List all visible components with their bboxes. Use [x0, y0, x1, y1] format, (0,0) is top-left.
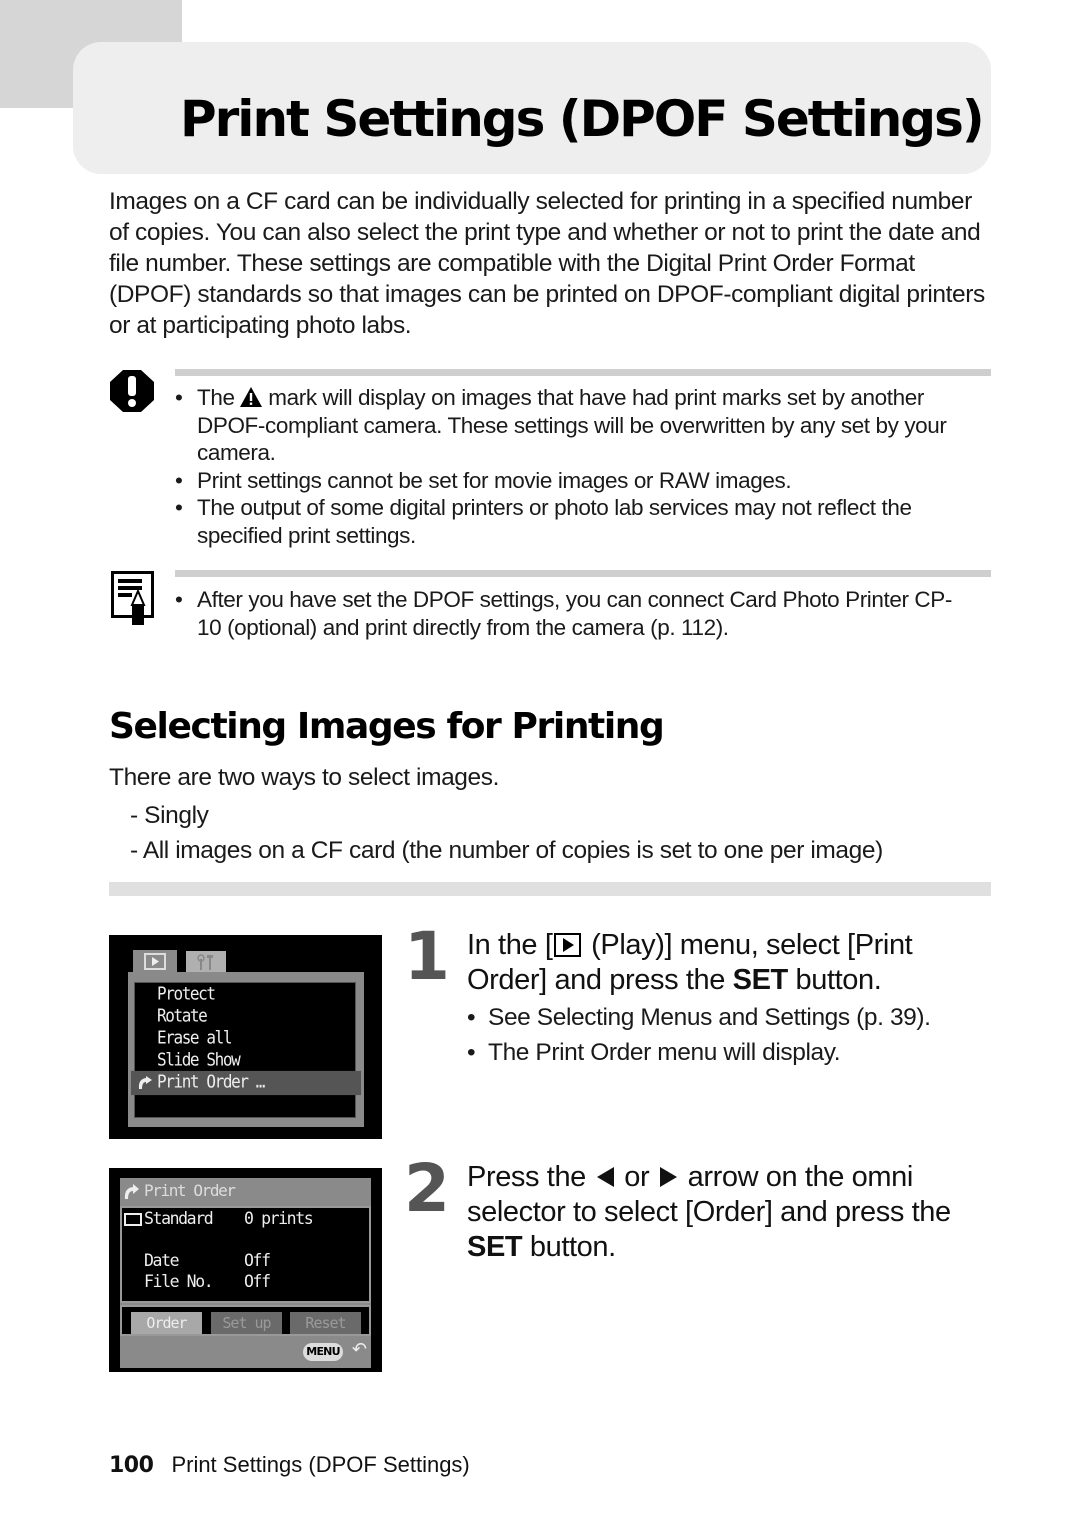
- note-icon: [111, 571, 154, 625]
- caution-item: The output of some digital printers or p…: [175, 494, 975, 549]
- menu-item-print-order: Print Order …: [157, 1071, 265, 1092]
- selection-way: - Singly: [130, 802, 209, 829]
- back-arrow-icon: ↶: [351, 1339, 367, 1360]
- setup-tab: [186, 951, 226, 973]
- step-note: The Print Order menu will display.: [467, 1035, 931, 1070]
- camera-screen-print-order: Print Order Standard 0 prints Date Off F…: [109, 1168, 382, 1372]
- file-no-value: Off: [244, 1272, 271, 1291]
- menu-item-erase-all: Erase all: [157, 1027, 233, 1048]
- step-2-instruction: Press the or arrow on the omni selector …: [467, 1161, 951, 1263]
- file-no-label: File No.: [144, 1272, 214, 1291]
- left-arrow-icon: [596, 1167, 614, 1187]
- page-title: Print Settings (DPOF Settings): [180, 90, 985, 148]
- warning-triangle-icon: [240, 387, 263, 407]
- play-icon: [554, 933, 582, 957]
- set-up-button: Set up: [211, 1312, 282, 1334]
- menu-item-protect: Protect: [157, 983, 216, 1004]
- print-order-header: Print Order: [144, 1181, 236, 1200]
- right-arrow-icon: [659, 1167, 677, 1187]
- reset-button: Reset: [290, 1312, 361, 1334]
- print-order-settings: Standard 0 prints Date Off File No. Off: [120, 1206, 371, 1303]
- print-order-frame: Print Order Standard 0 prints Date Off F…: [120, 1178, 371, 1368]
- caution-icon: [110, 370, 154, 412]
- set-key: SET: [467, 1231, 523, 1263]
- menu-button-glyph: MENU: [303, 1343, 343, 1361]
- caution-item: Print settings cannot be set for movie i…: [175, 467, 975, 495]
- section-lead: There are two ways to select images.: [109, 764, 500, 791]
- selection-way: - All images on a CF card (the number of…: [130, 837, 883, 864]
- print-order-icon: [124, 1184, 139, 1199]
- play-icon: [144, 953, 166, 970]
- footer-title: Print Settings (DPOF Settings): [171, 1452, 470, 1477]
- tools-icon: [197, 954, 213, 970]
- date-label: Date: [144, 1251, 180, 1270]
- note-divider: [175, 570, 991, 577]
- print-order-button-bar: Order Set up Reset: [120, 1305, 371, 1336]
- menu-frame: Protect Rotate Erase all Slide Show Prin…: [128, 972, 364, 1127]
- print-order-icon: [138, 1076, 152, 1089]
- print-type-label: Standard: [144, 1209, 214, 1228]
- step-1-number: 1: [404, 918, 450, 995]
- intro-paragraph: Images on a CF card can be individually …: [109, 188, 985, 339]
- caution-item: The mark will display on images that hav…: [175, 384, 975, 467]
- section-title: Selecting Images for Printing: [109, 706, 665, 747]
- steps-divider: [109, 882, 991, 896]
- print-count-value: 0 prints: [244, 1209, 314, 1228]
- order-button: Order: [131, 1312, 202, 1334]
- page-number: 100: [109, 1453, 154, 1478]
- print-type-icon: [124, 1213, 142, 1226]
- selection-ways-list: - Singly - All images on a CF card (the …: [130, 798, 883, 868]
- page-footer: 100 Print Settings (DPOF Settings): [109, 1452, 470, 1478]
- set-key: SET: [732, 964, 789, 996]
- step-1-instruction: In the [ (Play)] menu, select [Print Ord…: [467, 929, 913, 996]
- date-value: Off: [244, 1251, 271, 1270]
- caution-list: The mark will display on images that hav…: [175, 384, 975, 549]
- note-item: After you have set the DPOF settings, yo…: [175, 586, 975, 641]
- menu-list: Protect Rotate Erase all Slide Show Prin…: [131, 982, 361, 1118]
- menu-item-slide-show: Slide Show: [157, 1049, 241, 1070]
- menu-item-rotate: Rotate: [157, 1005, 208, 1026]
- step-note: See Selecting Menus and Settings (p. 39)…: [467, 1000, 931, 1035]
- play-tab: [133, 950, 177, 972]
- note-list: After you have set the DPOF settings, yo…: [175, 586, 975, 641]
- step-2-number: 2: [404, 1150, 450, 1227]
- camera-screen-play-menu: Protect Rotate Erase all Slide Show Prin…: [109, 935, 382, 1139]
- caution-divider: [175, 369, 991, 376]
- step-1-notes: See Selecting Menus and Settings (p. 39)…: [467, 1000, 931, 1070]
